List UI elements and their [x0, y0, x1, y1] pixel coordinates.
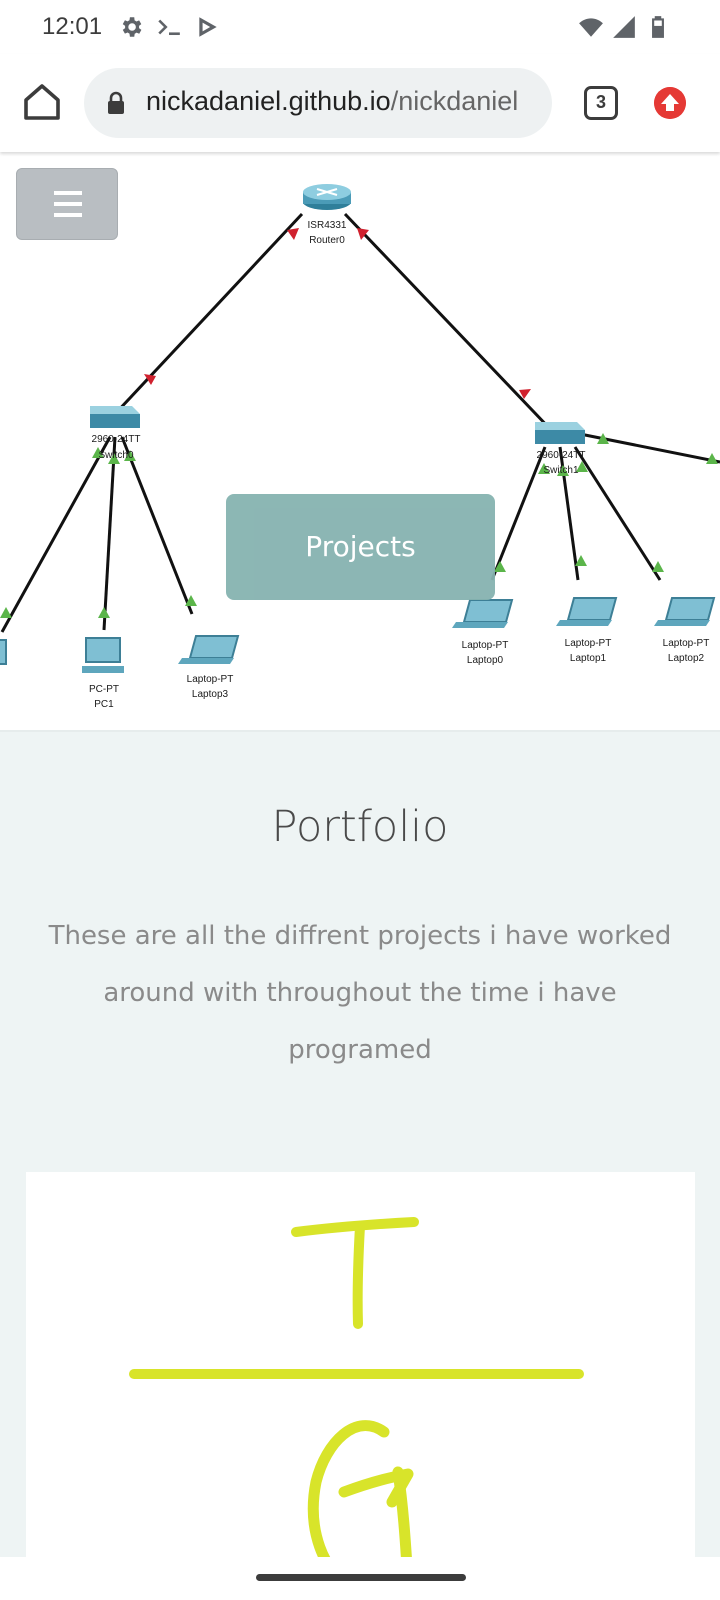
project-card[interactable]: [26, 1172, 695, 1557]
link-switch0-left: [0, 436, 112, 633]
home-gesture-indicator[interactable]: [256, 1574, 466, 1581]
link-router-switch1: [343, 212, 555, 434]
update-available-icon[interactable]: [654, 87, 686, 119]
portfolio-description: These are all the diffrent projects i ha…: [48, 921, 672, 1065]
home-icon[interactable]: [20, 78, 64, 126]
cellular-signal-icon: [613, 16, 635, 38]
laptop1-model-label: Laptop-PT: [565, 638, 612, 649]
address-bar[interactable]: nickadaniel.github.io/nickdaniel: [84, 68, 552, 138]
laptop-icon: [654, 597, 716, 626]
url-domain: nickadaniel.github.io: [146, 86, 391, 116]
browser-toolbar: nickadaniel.github.io/nickdaniel 3: [0, 54, 720, 152]
tab-switcher-button[interactable]: 3: [584, 86, 618, 120]
play-store-icon: [199, 17, 217, 37]
status-bar: 12:01: [0, 0, 720, 54]
link-switch1-laptop2: [573, 446, 662, 581]
hero-section: ISR4331 Router0 2960-24TT Switch0 2960-2…: [0, 152, 720, 732]
router-model-label: ISR4331: [308, 220, 347, 231]
laptop2-name-label: Laptop2: [668, 653, 705, 664]
pc-icon: [82, 637, 124, 673]
offscreen-device-icon: [0, 639, 7, 665]
switch-icon: [535, 422, 585, 444]
battery-icon: [652, 16, 664, 38]
switch1-model-label: 2960-24TT: [537, 450, 586, 461]
laptop-icon: [178, 635, 240, 664]
url-path: /nickdaniel: [390, 86, 519, 116]
project-logo-image: [129, 1217, 584, 1557]
system-nav-bar: [0, 1557, 720, 1600]
settings-gear-icon: [122, 17, 142, 37]
laptop-icon: [556, 597, 618, 626]
link-switch0-pc1: [102, 436, 117, 631]
switch0-model-label: 2960-24TT: [92, 434, 141, 445]
portfolio-section: Portfolio These are all the diffrent pro…: [0, 732, 720, 1557]
switch0-name-label: Switch0: [98, 450, 133, 461]
laptop3-name-label: Laptop3: [192, 689, 229, 700]
pc1-model-label: PC-PT: [89, 684, 119, 695]
laptop0-name-label: Laptop0: [467, 655, 504, 666]
hamburger-menu-icon[interactable]: [16, 168, 118, 240]
terminal-prompt-icon: [158, 19, 180, 36]
link-switch0-laptop3: [120, 436, 194, 615]
router-icon: [303, 184, 351, 210]
laptop3-model-label: Laptop-PT: [187, 674, 234, 685]
laptop1-name-label: Laptop1: [570, 653, 607, 664]
link-router-switch0: [113, 212, 304, 416]
url-text[interactable]: nickadaniel.github.io/nickdaniel: [146, 86, 546, 117]
laptop2-model-label: Laptop-PT: [663, 638, 710, 649]
router-name-label: Router0: [309, 235, 345, 246]
laptop-icon: [452, 599, 514, 628]
wifi-icon: [579, 18, 603, 37]
switch-icon: [90, 406, 140, 428]
link-switch1-laptop0: [490, 446, 547, 581]
portfolio-title: Portfolio: [271, 802, 449, 852]
lock-icon: [108, 91, 124, 114]
laptop0-model-label: Laptop-PT: [462, 640, 509, 651]
status-time: 12:01: [42, 13, 103, 40]
pc1-name-label: PC1: [94, 699, 114, 710]
projects-button[interactable]: Projects: [226, 494, 495, 600]
switch1-name-label: Switch1: [543, 465, 578, 476]
